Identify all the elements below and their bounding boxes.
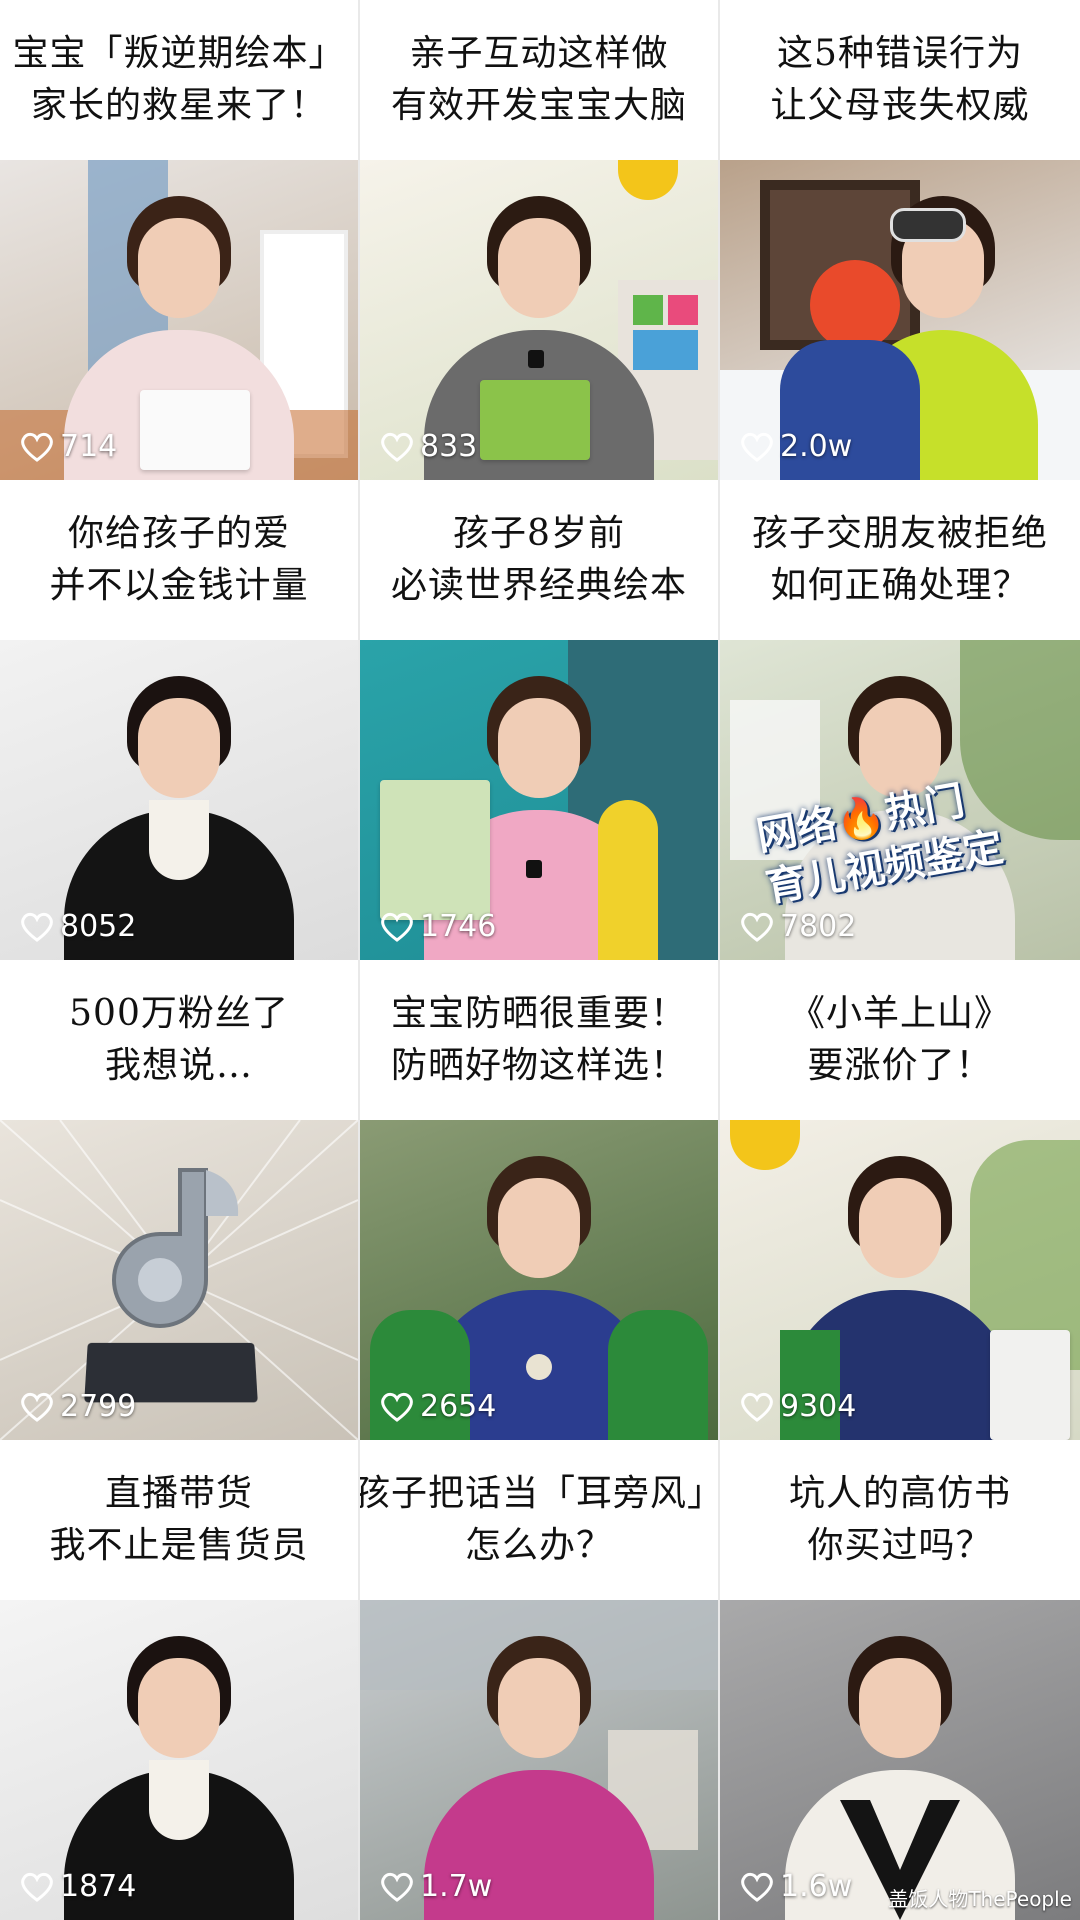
like-count: 1.6w: [740, 1869, 852, 1904]
video-thumbnail[interactable]: 2.0w: [720, 160, 1080, 480]
video-card[interactable]: 坑人的高仿书 你买过吗？ 1.6w 盖饭人物ThePeople: [720, 1440, 1080, 1920]
title-line: 家长的救星来了！: [30, 85, 327, 126]
video-thumbnail[interactable]: 714: [0, 160, 358, 480]
video-thumbnail[interactable]: 9304: [720, 1120, 1080, 1440]
heart-outline-icon: [741, 912, 773, 942]
video-title: 《小羊上山》 要涨价了！: [720, 960, 1080, 1120]
title-line: 防晒好物这样选！: [390, 1045, 687, 1086]
heart-outline-icon: [381, 1872, 413, 1902]
like-count: 8052: [20, 909, 136, 944]
video-thumbnail[interactable]: 1874: [0, 1600, 358, 1920]
video-card[interactable]: 这5种错误行为 让父母丧失权威 2.0w: [720, 0, 1080, 480]
title-line: 宝宝防晒很重要！: [390, 993, 687, 1034]
like-count: 2.0w: [740, 429, 852, 464]
video-card[interactable]: 你给孩子的爱 并不以金钱计量 8052: [0, 480, 358, 960]
title-line: 直播带货: [104, 1473, 253, 1514]
heart-outline-icon: [741, 1392, 773, 1422]
video-title: 坑人的高仿书 你买过吗？: [720, 1440, 1080, 1600]
title-line: 如何正确处理？: [770, 565, 1030, 606]
title-line: 你买过吗？: [807, 1525, 993, 1566]
video-title: 亲子互动这样做 有效开发宝宝大脑: [360, 0, 718, 160]
video-title: 宝宝「叛逆期绘本」 家长的救星来了！: [0, 0, 358, 160]
video-title: 孩子交朋友被拒绝 如何正确处理？: [720, 480, 1080, 640]
video-title: 这5种错误行为 让父母丧失权威: [720, 0, 1080, 160]
heart-outline-icon: [741, 432, 773, 462]
title-line: 孩子交朋友被拒绝: [751, 513, 1048, 554]
video-card[interactable]: 《小羊上山》 要涨价了！ 9304: [720, 960, 1080, 1440]
like-count: 9304: [740, 1389, 856, 1424]
video-thumbnail[interactable]: 1.6w 盖饭人物ThePeople: [720, 1600, 1080, 1920]
title-line: 500万粉丝了: [69, 993, 289, 1034]
title-line: 《小羊上山》: [788, 993, 1011, 1034]
video-card[interactable]: 亲子互动这样做 有效开发宝宝大脑 833: [360, 0, 718, 480]
title-line: 并不以金钱计量: [49, 565, 309, 606]
heart-outline-icon: [21, 912, 53, 942]
video-title: 孩子把话当「耳旁风」 怎么办？: [360, 1440, 718, 1600]
video-title: 宝宝防晒很重要！ 防晒好物这样选！: [360, 960, 718, 1120]
heart-outline-icon: [381, 912, 413, 942]
title-line: 宝宝「叛逆期绘本」: [12, 33, 346, 74]
like-count: 1746: [380, 909, 496, 944]
video-thumbnail[interactable]: 网络🔥热门 育儿视频鉴定 7802: [720, 640, 1080, 960]
title-line: 你给孩子的爱: [67, 513, 290, 554]
like-count-value: 714: [60, 429, 118, 464]
video-card[interactable]: 孩子8岁前 必读世界经典绘本 1746: [360, 480, 718, 960]
like-count-value: 2799: [60, 1389, 137, 1424]
like-count: 714: [20, 429, 117, 464]
heart-outline-icon: [21, 432, 53, 462]
fire-icon: 🔥: [832, 792, 890, 846]
title-line: 要涨价了！: [807, 1045, 993, 1086]
video-card[interactable]: 直播带货 我不止是售货员 1874: [0, 1440, 358, 1920]
like-count: 7802: [740, 909, 856, 944]
video-card[interactable]: 宝宝防晒很重要！ 防晒好物这样选！ 2654: [360, 960, 718, 1440]
video-thumbnail[interactable]: 2799: [0, 1120, 358, 1440]
like-count: 1874: [20, 1869, 136, 1904]
video-grid: 宝宝「叛逆期绘本」 家长的救星来了！ 714 亲子互动这样做 有效开发宝宝大脑: [0, 0, 1080, 1920]
like-count-value: 9304: [780, 1389, 857, 1424]
title-line: 必读世界经典绘本: [390, 565, 687, 606]
like-count-value: 1746: [420, 909, 497, 944]
like-count-value: 2.0w: [780, 429, 853, 464]
title-line: 孩子8岁前: [453, 513, 625, 554]
video-thumbnail[interactable]: 1.7w: [360, 1600, 718, 1920]
title-line: 坑人的高仿书: [788, 1473, 1011, 1514]
heart-outline-icon: [381, 432, 413, 462]
like-count-value: 1.7w: [420, 1869, 493, 1904]
like-count: 1.7w: [380, 1869, 492, 1904]
video-title: 孩子8岁前 必读世界经典绘本: [360, 480, 718, 640]
video-card[interactable]: 500万粉丝了 我想说… 2799: [0, 960, 358, 1440]
video-title: 500万粉丝了 我想说…: [0, 960, 358, 1120]
like-count-value: 2654: [420, 1389, 497, 1424]
like-count-value: 7802: [780, 909, 857, 944]
like-count-value: 1874: [60, 1869, 137, 1904]
video-thumbnail[interactable]: 1746: [360, 640, 718, 960]
video-thumbnail[interactable]: 2654: [360, 1120, 718, 1440]
watermark: 盖饭人物ThePeople: [888, 1887, 1072, 1911]
video-title: 你给孩子的爱 并不以金钱计量: [0, 480, 358, 640]
like-count: 833: [380, 429, 477, 464]
title-line: 怎么办？: [464, 1525, 613, 1566]
title-line: 我不止是售货员: [49, 1525, 309, 1566]
video-thumbnail[interactable]: 8052: [0, 640, 358, 960]
heart-outline-icon: [21, 1392, 53, 1422]
heart-outline-icon: [381, 1392, 413, 1422]
video-card[interactable]: 宝宝「叛逆期绘本」 家长的救星来了！ 714: [0, 0, 358, 480]
title-line: 有效开发宝宝大脑: [390, 85, 687, 126]
video-card[interactable]: 孩子交朋友被拒绝 如何正确处理？ 网络🔥热门 育儿视频鉴定 7802: [720, 480, 1080, 960]
video-thumbnail[interactable]: 833: [360, 160, 718, 480]
video-title: 直播带货 我不止是售货员: [0, 1440, 358, 1600]
title-line: 孩子把话当「耳旁风」: [360, 1473, 718, 1514]
video-card[interactable]: 孩子把话当「耳旁风」 怎么办？ 1.7w: [360, 1440, 718, 1920]
title-line: 这5种错误行为: [777, 33, 1023, 74]
like-count-value: 833: [420, 429, 478, 464]
like-count: 2799: [20, 1389, 136, 1424]
title-line: 我想说…: [104, 1045, 253, 1086]
heart-outline-icon: [21, 1872, 53, 1902]
title-line: 亲子互动这样做: [409, 33, 669, 74]
title-line: 让父母丧失权威: [770, 85, 1030, 126]
like-count-value: 1.6w: [780, 1869, 853, 1904]
like-count-value: 8052: [60, 909, 137, 944]
heart-outline-icon: [741, 1872, 773, 1902]
like-count: 2654: [380, 1389, 496, 1424]
